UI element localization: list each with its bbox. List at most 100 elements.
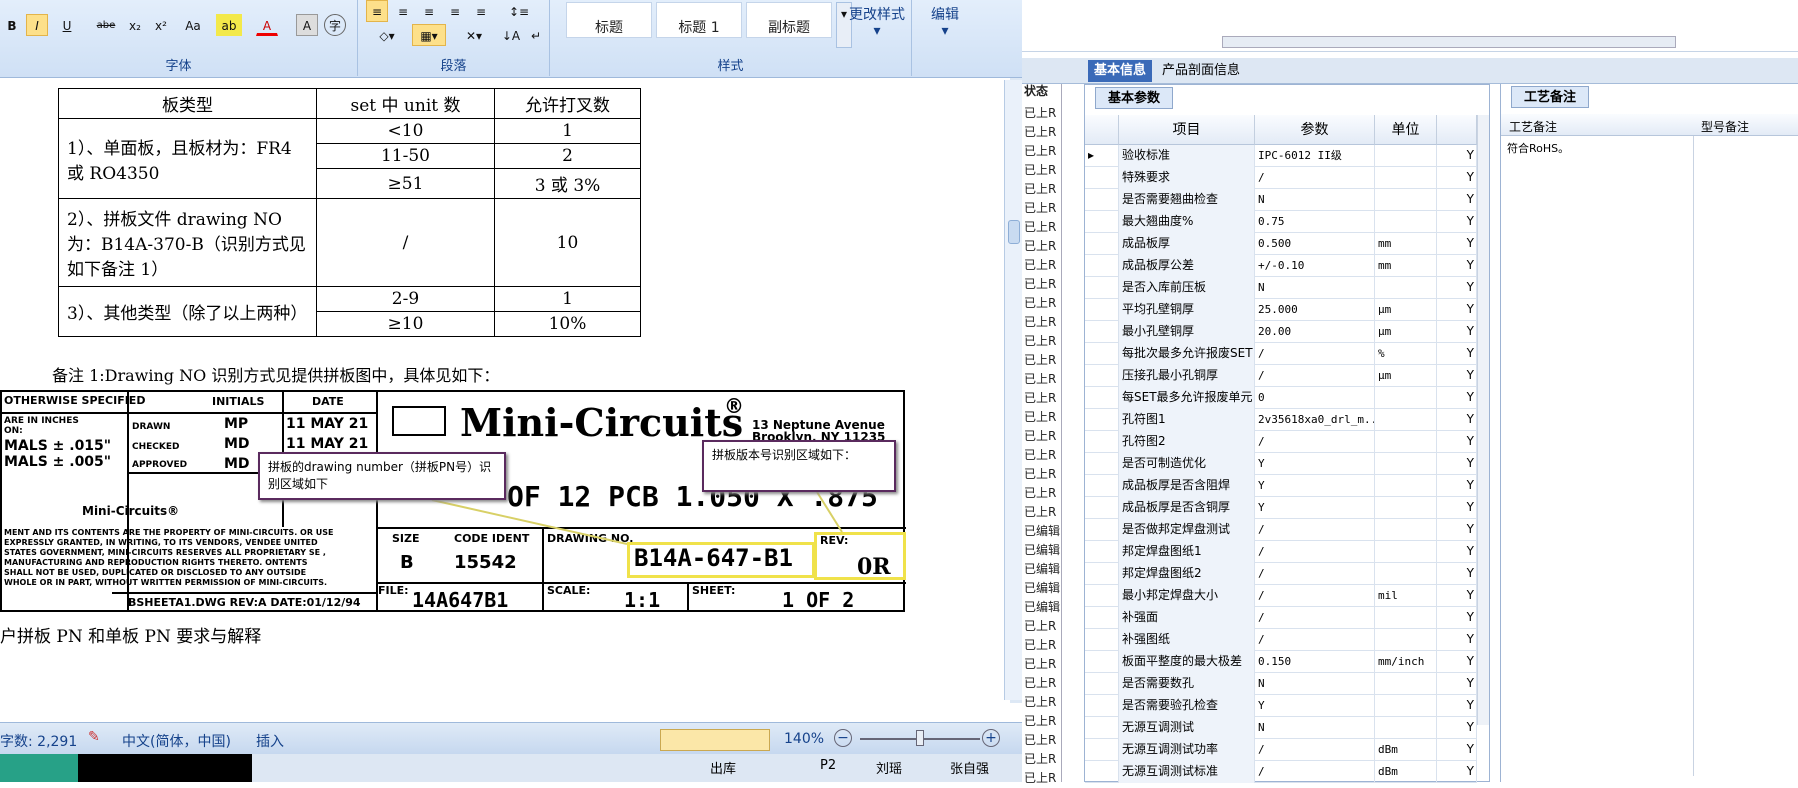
- param-value[interactable]: /: [1255, 167, 1375, 189]
- table-row[interactable]: 成品板厚是否含铜厚 Y Y: [1085, 497, 1477, 519]
- table-row[interactable]: 补强图纸 / Y: [1085, 629, 1477, 651]
- superscript-button[interactable]: x²: [150, 14, 172, 36]
- param-unit[interactable]: %: [1375, 343, 1437, 365]
- status-item[interactable]: 已上R: [1024, 237, 1056, 256]
- status-item[interactable]: 已上R: [1024, 199, 1056, 218]
- param-unit[interactable]: [1375, 211, 1437, 233]
- param-name[interactable]: 平均孔壁铜厚: [1119, 299, 1255, 321]
- craft-col1[interactable]: 工艺备注: [1509, 118, 1557, 135]
- param-name[interactable]: 是否做邦定焊盘测试: [1119, 519, 1255, 541]
- param-flag[interactable]: Y: [1437, 717, 1477, 739]
- status-item[interactable]: 已上R: [1024, 294, 1056, 313]
- subtab-craft-notes[interactable]: 工艺备注: [1511, 86, 1590, 108]
- borders-icon[interactable]: ▦▾: [412, 24, 446, 46]
- param-name[interactable]: 成品板厚是否含铜厚: [1119, 497, 1255, 519]
- table-row[interactable]: 成品板厚 0.500 mm Y: [1085, 233, 1477, 255]
- param-flag[interactable]: Y: [1437, 519, 1477, 541]
- table-row[interactable]: 邦定焊盘图纸1/ Y: [1085, 541, 1477, 563]
- status-item[interactable]: 已上R: [1024, 427, 1056, 446]
- param-value[interactable]: Y: [1255, 475, 1375, 497]
- param-flag[interactable]: Y: [1437, 431, 1477, 453]
- zoom-out-icon[interactable]: −: [834, 729, 852, 747]
- param-value[interactable]: /: [1255, 563, 1375, 585]
- status-item[interactable]: 已上R: [1024, 731, 1056, 750]
- zoom-level[interactable]: 140%: [784, 731, 824, 747]
- param-name[interactable]: 最小邦定焊盘大小: [1119, 585, 1255, 607]
- enclose-char-icon[interactable]: 字: [324, 14, 346, 36]
- param-value[interactable]: 2v35618xa0_drl_m...: [1255, 409, 1375, 431]
- status-item[interactable]: 已编辑: [1024, 522, 1060, 541]
- param-unit[interactable]: [1375, 475, 1437, 497]
- param-value[interactable]: N: [1255, 717, 1375, 739]
- status-item[interactable]: 已上R: [1024, 484, 1056, 503]
- param-flag[interactable]: Y: [1437, 233, 1477, 255]
- param-name[interactable]: 是否需要数孔: [1119, 673, 1255, 695]
- param-value[interactable]: 0: [1255, 387, 1375, 409]
- param-unit[interactable]: [1375, 387, 1437, 409]
- distributed-icon[interactable]: ≡: [470, 0, 492, 22]
- style-title[interactable]: 标题: [566, 2, 652, 38]
- param-unit[interactable]: [1375, 497, 1437, 519]
- param-flag[interactable]: Y: [1437, 277, 1477, 299]
- table-row[interactable]: 是否需要数孔 N Y: [1085, 673, 1477, 695]
- edit-button[interactable]: 编辑 ▾: [920, 6, 970, 44]
- param-unit[interactable]: [1375, 717, 1437, 739]
- param-unit[interactable]: [1375, 409, 1437, 431]
- param-flag[interactable]: Y: [1437, 189, 1477, 211]
- table-row[interactable]: 最大翘曲度% 0.75 Y: [1085, 211, 1477, 233]
- status-item[interactable]: 已上R: [1024, 218, 1056, 237]
- param-value[interactable]: /: [1255, 541, 1375, 563]
- status-item[interactable]: 已编辑: [1024, 560, 1060, 579]
- subtab-basic-params[interactable]: 基本参数: [1095, 87, 1174, 109]
- col-param[interactable]: 参数: [1255, 115, 1375, 145]
- table-row[interactable]: 孔符图1 2v35618xa0_drl_m... Y: [1085, 409, 1477, 431]
- param-flag[interactable]: Y: [1437, 343, 1477, 365]
- style-heading1[interactable]: 标题 1: [656, 2, 742, 38]
- table-row[interactable]: 每SET最多允许报废单元 0 Y: [1085, 387, 1477, 409]
- param-name[interactable]: 成品板厚是否含阻焊: [1119, 475, 1255, 497]
- param-unit[interactable]: [1375, 145, 1437, 167]
- status-item[interactable]: 已上R: [1024, 351, 1056, 370]
- scroll-thumb[interactable]: [1008, 220, 1020, 244]
- param-name[interactable]: 验收标准: [1119, 145, 1255, 167]
- param-value[interactable]: N: [1255, 673, 1375, 695]
- param-name[interactable]: 是否可制造优化: [1119, 453, 1255, 475]
- tab-basic-info[interactable]: 基本信息: [1088, 60, 1153, 82]
- status-item[interactable]: 已上R: [1024, 503, 1056, 522]
- align-left-icon[interactable]: ≡: [366, 0, 388, 22]
- status-item[interactable]: 已上R: [1024, 389, 1056, 408]
- align-center-icon[interactable]: ≡: [392, 0, 414, 22]
- param-value[interactable]: /: [1255, 739, 1375, 761]
- param-value[interactable]: /: [1255, 365, 1375, 387]
- param-flag[interactable]: Y: [1437, 607, 1477, 629]
- param-unit[interactable]: [1375, 607, 1437, 629]
- param-flag[interactable]: Y: [1437, 167, 1477, 189]
- param-flag[interactable]: Y: [1437, 321, 1477, 343]
- param-unit[interactable]: [1375, 189, 1437, 211]
- table-row[interactable]: 每批次最多允许报废SET /% Y: [1085, 343, 1477, 365]
- param-name[interactable]: 板面平整度的最大极差: [1119, 651, 1255, 673]
- underline-button[interactable]: U: [56, 14, 78, 36]
- param-flag[interactable]: Y: [1437, 365, 1477, 387]
- table-row[interactable]: 最小孔壁铜厚 20.00 μm Y: [1085, 321, 1477, 343]
- param-value[interactable]: 0.500: [1255, 233, 1375, 255]
- view-buttons[interactable]: [660, 729, 770, 751]
- zoom-in-icon[interactable]: +: [982, 729, 1000, 747]
- status-item[interactable]: 已编辑: [1024, 579, 1060, 598]
- param-name[interactable]: 是否需要验孔检查: [1119, 695, 1255, 717]
- status-item[interactable]: 已上R: [1024, 256, 1056, 275]
- status-item[interactable]: 已上R: [1024, 750, 1056, 769]
- table-row[interactable]: 是否做邦定焊盘测试 / Y: [1085, 519, 1477, 541]
- status-item[interactable]: 已上R: [1024, 655, 1056, 674]
- param-unit[interactable]: mm: [1375, 255, 1437, 277]
- col-unit[interactable]: 单位: [1375, 115, 1437, 145]
- param-flag[interactable]: Y: [1437, 387, 1477, 409]
- status-item[interactable]: 已上R: [1024, 142, 1056, 161]
- chinese-layout-icon[interactable]: ✕▾: [456, 24, 492, 46]
- param-value[interactable]: N: [1255, 277, 1375, 299]
- param-unit[interactable]: [1375, 695, 1437, 717]
- table-row[interactable]: 是否需要验孔检查 Y Y: [1085, 695, 1477, 717]
- table-row[interactable]: 是否需要翘曲检查 N Y: [1085, 189, 1477, 211]
- param-flag[interactable]: Y: [1437, 695, 1477, 717]
- insert-mode[interactable]: 插入: [256, 731, 284, 751]
